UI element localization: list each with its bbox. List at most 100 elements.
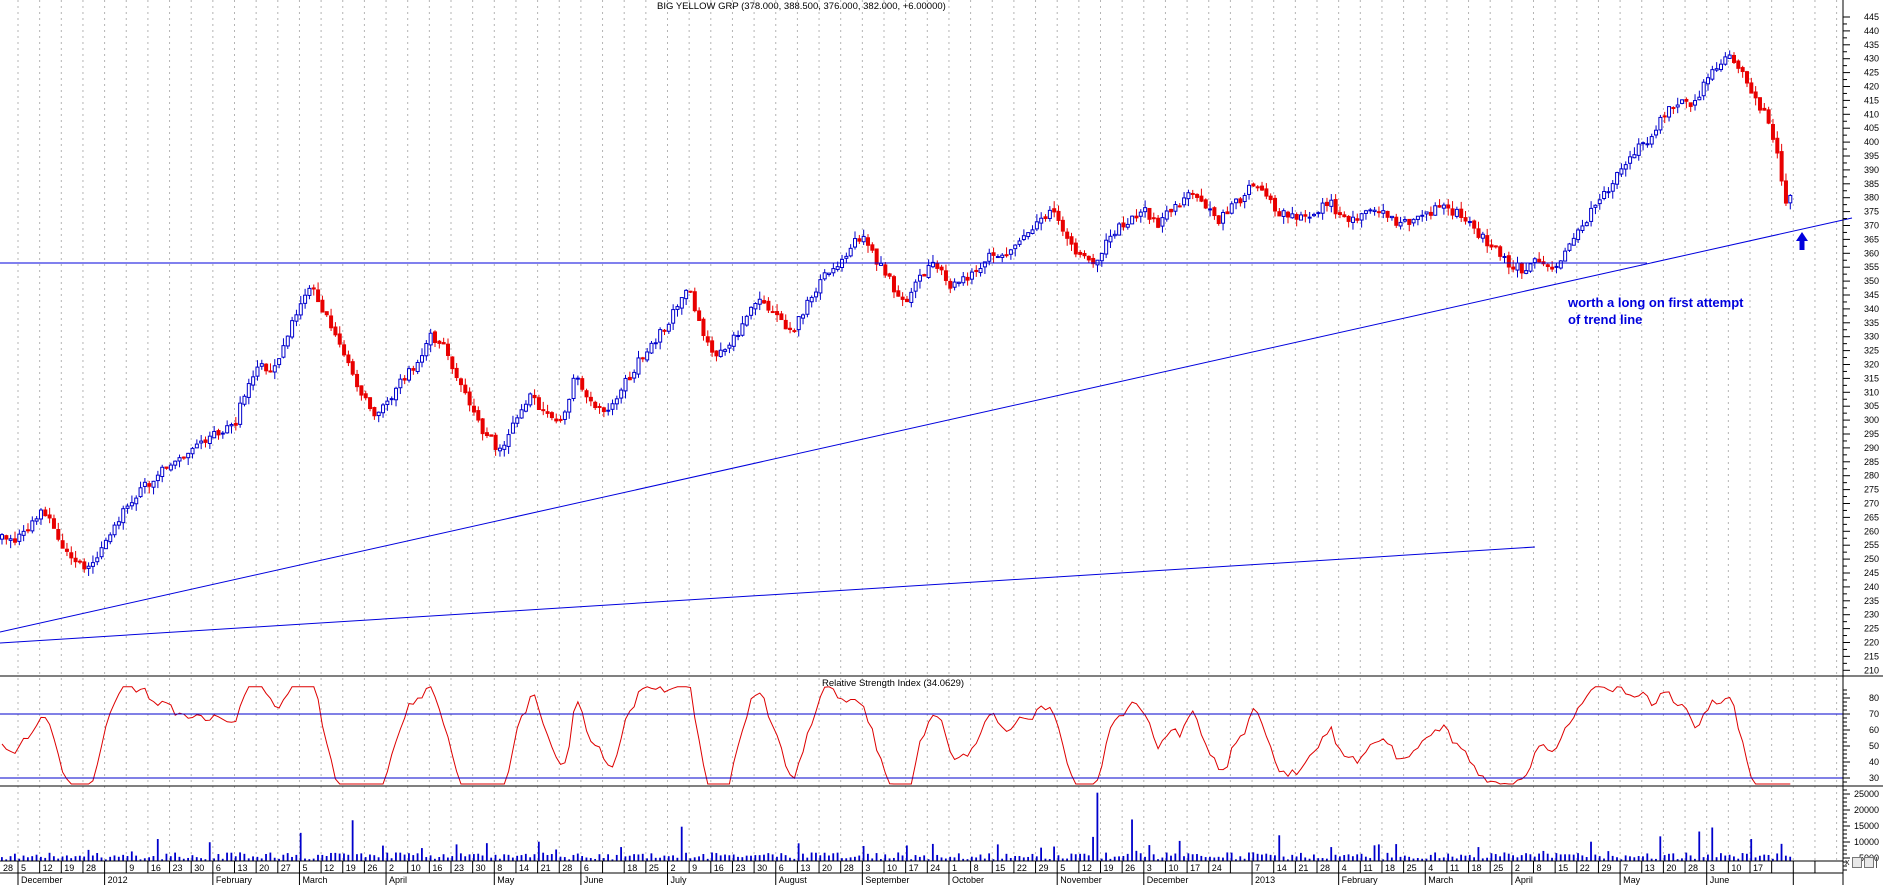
candle-body — [1105, 240, 1108, 254]
volume-bar — [819, 855, 821, 861]
candle-body — [96, 558, 99, 562]
candle-body — [239, 403, 242, 424]
mini-scrollbar-widget[interactable]: x — [1845, 856, 1879, 868]
close-icon[interactable]: x — [1845, 858, 1850, 867]
candle-body — [1642, 143, 1645, 144]
volume-bar — [1495, 854, 1497, 861]
day-label: 23 — [735, 863, 745, 873]
volume-bar — [1261, 855, 1263, 861]
volume-bar — [96, 853, 98, 861]
candle-body — [542, 410, 545, 411]
volume-bar — [798, 843, 800, 861]
candle-body — [1434, 206, 1437, 215]
candle-body — [265, 364, 268, 371]
volume-bar — [802, 854, 804, 861]
day-label: 16 — [151, 863, 161, 873]
scroll-right-button[interactable] — [1864, 857, 1874, 868]
candle-body — [550, 413, 553, 418]
candle-body — [767, 301, 770, 310]
candle-body — [1616, 173, 1619, 185]
candle-body — [918, 275, 921, 281]
candle-body — [9, 539, 12, 541]
volume-bar — [1465, 856, 1467, 861]
candle-body — [1711, 70, 1714, 80]
candle-body — [1209, 209, 1212, 210]
candle-body — [74, 558, 77, 561]
volume-bar — [1352, 856, 1354, 861]
buy-arrow-icon[interactable] — [1796, 232, 1808, 250]
candle-body — [546, 412, 549, 414]
volume-bar — [243, 854, 245, 861]
candle-body — [520, 410, 523, 418]
volume-bar — [1525, 853, 1527, 861]
volume-bar — [1568, 854, 1570, 861]
trade-note-annotation[interactable]: worth a long on first attempt of trend l… — [1568, 294, 1744, 328]
day-label: 10 — [1168, 863, 1178, 873]
volume-bar — [1395, 844, 1397, 861]
candle-body — [650, 343, 653, 353]
volume-bar — [1776, 853, 1778, 861]
candle-body — [1386, 211, 1389, 217]
day-label: 15 — [995, 863, 1005, 873]
volume-bar — [352, 820, 354, 861]
candle-body — [156, 475, 159, 480]
candle-body — [624, 378, 627, 390]
price-axis-label: 255 — [1864, 540, 1879, 550]
volume-bar — [1014, 856, 1016, 861]
price-axis-label: 280 — [1864, 471, 1879, 481]
volume-bar — [1032, 854, 1034, 861]
day-label: 23 — [454, 863, 464, 873]
candle-body — [282, 346, 285, 358]
candle-body — [291, 321, 294, 337]
candle-body — [278, 359, 281, 365]
volume-bar — [412, 855, 414, 861]
volume-bar — [27, 857, 29, 861]
trend-line-rising-trendline-shallow[interactable] — [0, 547, 1535, 643]
volume-bar — [239, 852, 241, 861]
candle-body — [1235, 199, 1238, 203]
trend-line-rising-trendline-main[interactable] — [0, 218, 1852, 632]
candle-body — [1507, 256, 1510, 267]
trade-note-line1: worth a long on first attempt — [1568, 294, 1744, 311]
price-axis-label: 395 — [1864, 151, 1879, 161]
candle-body — [1001, 255, 1004, 257]
candle-body — [1330, 200, 1333, 206]
candle-body — [130, 503, 133, 506]
candle-body — [1248, 185, 1251, 194]
candle-body — [1304, 215, 1307, 216]
candle-body — [745, 316, 748, 325]
volume-bar — [1703, 857, 1705, 861]
volume-bar — [464, 856, 466, 861]
volume-bar — [971, 857, 973, 861]
candle-body — [377, 412, 380, 415]
day-label: 18 — [1385, 863, 1395, 873]
candle-body — [819, 280, 822, 293]
chart-title: BIG YELLOW GRP (378.000, 388.500, 376.00… — [657, 1, 946, 12]
candle-body — [1473, 221, 1476, 228]
volume-bar — [1387, 853, 1389, 861]
volume-bar — [477, 854, 479, 861]
candle-body — [1204, 200, 1207, 208]
volume-bar — [1629, 856, 1631, 861]
day-label: 10 — [887, 863, 897, 873]
candle-body — [1183, 198, 1186, 205]
volume-bar — [226, 853, 228, 861]
candle-body — [364, 394, 367, 398]
scroll-left-button[interactable] — [1852, 857, 1862, 868]
volume-bar — [988, 853, 990, 861]
candle-body — [442, 343, 445, 344]
volume-bar — [1664, 855, 1666, 861]
candle-body — [347, 355, 350, 363]
volume-bar — [1504, 852, 1506, 861]
candle-body — [1702, 82, 1705, 96]
volume-bar — [1478, 847, 1480, 861]
candle-body — [390, 399, 393, 400]
candlestick-series — [1, 50, 1792, 576]
day-label: 10 — [1731, 863, 1741, 873]
volume-bar — [560, 857, 562, 861]
candle-body — [1585, 223, 1588, 226]
candle-body — [1464, 218, 1467, 221]
volume-bar — [1607, 851, 1609, 861]
price-axis-label: 445 — [1864, 12, 1879, 22]
candle-body — [31, 521, 34, 531]
